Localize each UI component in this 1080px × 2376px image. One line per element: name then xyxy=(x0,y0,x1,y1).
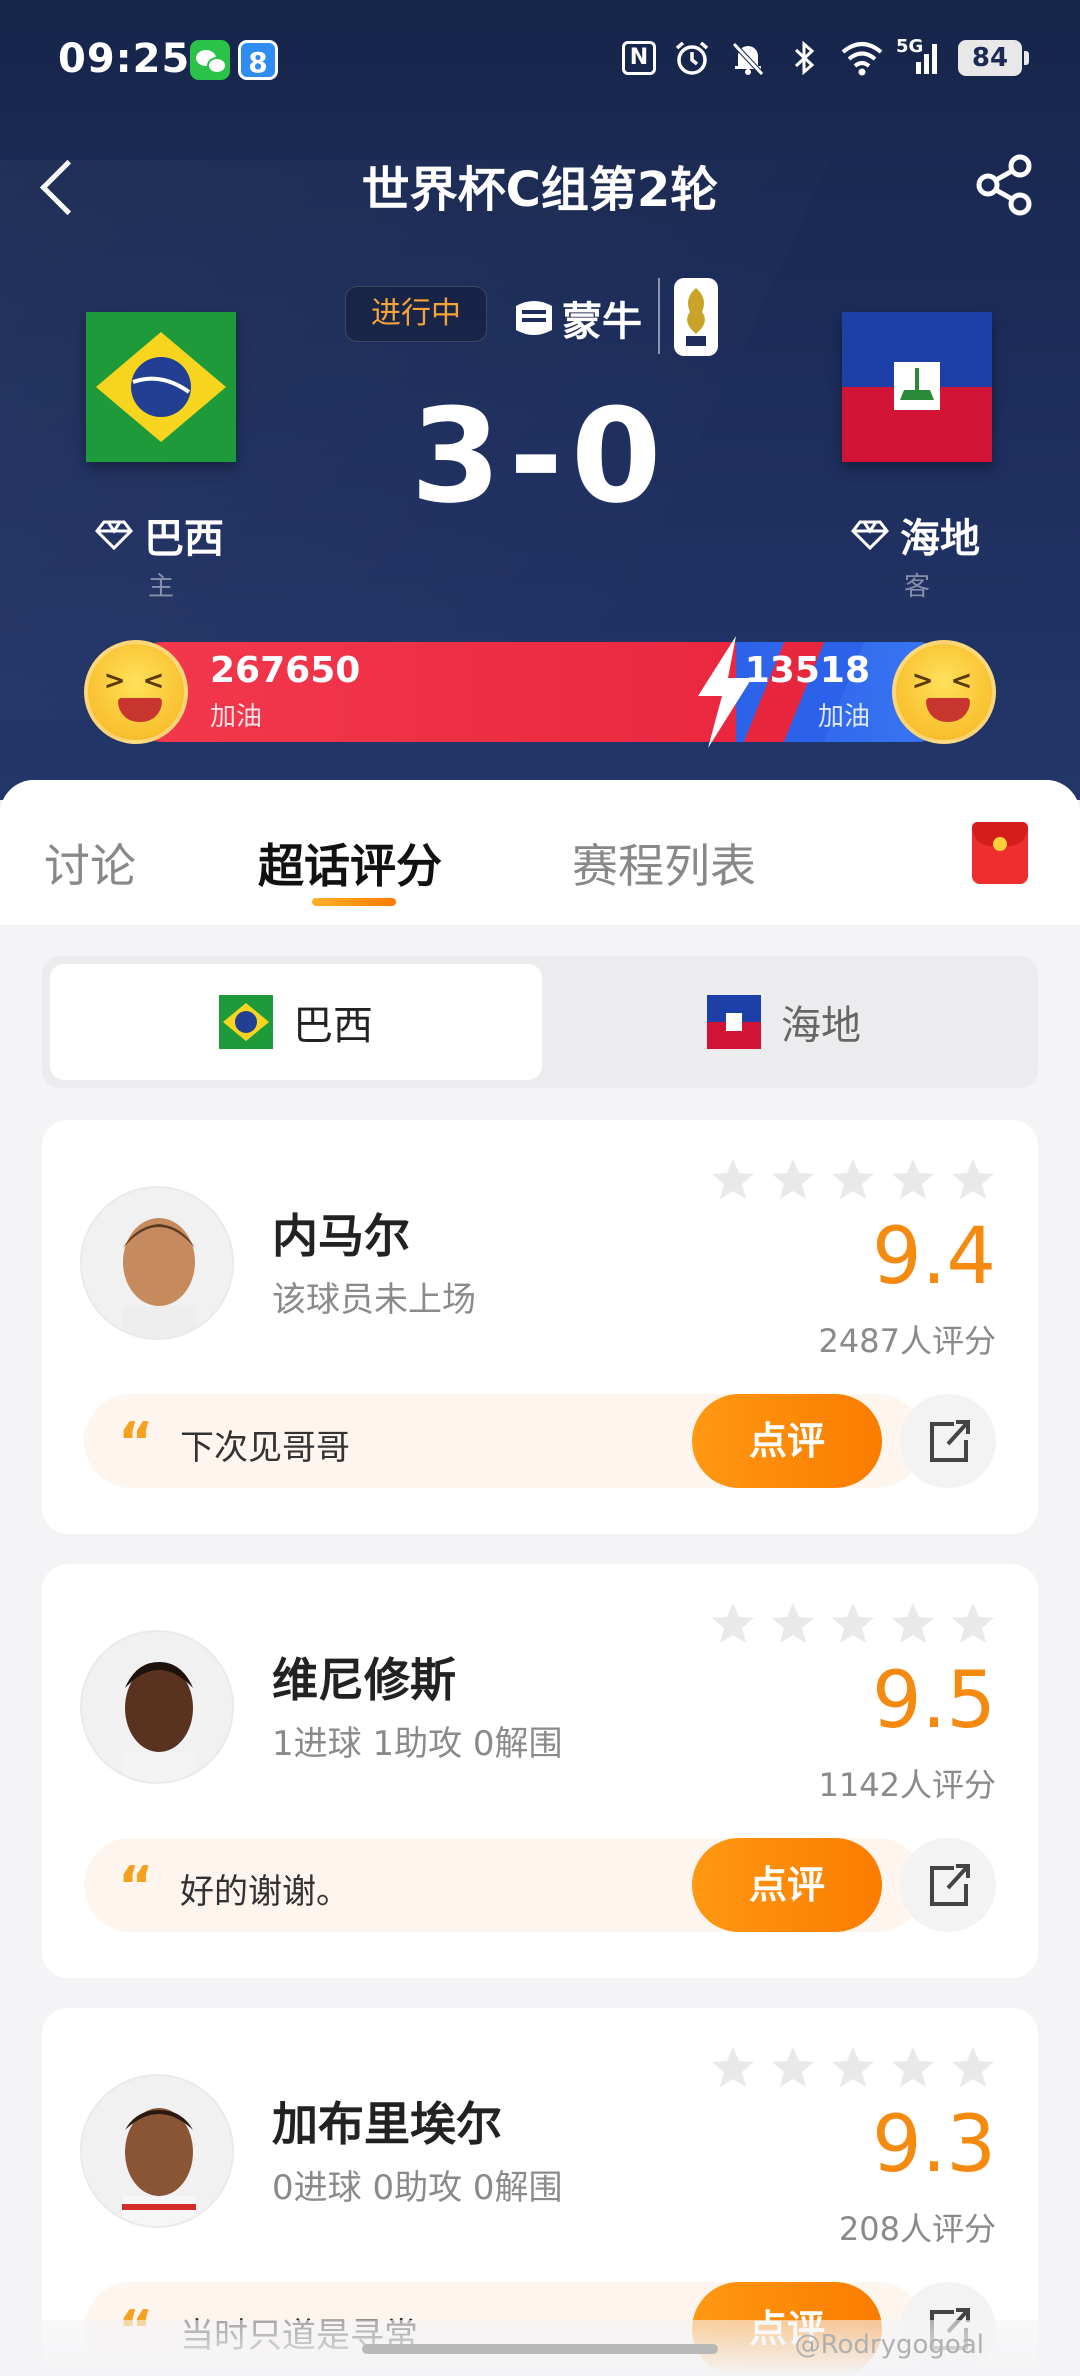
diamond-icon xyxy=(95,520,133,551)
sponsor-icon xyxy=(516,301,552,335)
wechat-notification-icon xyxy=(190,40,230,80)
star-icon[interactable] xyxy=(830,1600,876,1646)
comment-text: 下次见哥哥 xyxy=(180,1428,350,1468)
team-switch-away[interactable]: 海地 xyxy=(538,964,1030,1080)
rater-count: 2487人评分 xyxy=(818,1322,996,1360)
away-team-role: 客 xyxy=(904,572,931,602)
player-avatar xyxy=(80,1186,234,1340)
player-avatar xyxy=(80,1630,234,1784)
player-card[interactable]: 维尼修斯 1进球 1助攻 0解围 9.5 1142人评分 “ 好的谢谢。 点评 xyxy=(42,1564,1038,1978)
signal-icon: 5G xyxy=(896,38,942,78)
player-stats: 该球员未上场 xyxy=(272,1280,476,1320)
away-cheer-label: 加油 xyxy=(817,702,870,732)
team-switch-away-label: 海地 xyxy=(781,1003,861,1049)
star-icon[interactable] xyxy=(950,2044,996,2090)
home-cheer-button[interactable] xyxy=(84,640,188,744)
star-icon[interactable] xyxy=(770,1156,816,1202)
player-score: 9.4 xyxy=(871,1212,996,1302)
team-switcher: 巴西 海地 xyxy=(42,956,1038,1088)
player-avatar xyxy=(80,2074,234,2228)
star-icon[interactable] xyxy=(830,2044,876,2090)
star-icon[interactable] xyxy=(770,2044,816,2090)
diamond-icon xyxy=(851,520,889,551)
match-header: 09:25 8 N 5G 84 世界杯C组第2轮 进行中 蒙牛 3-0 巴西 海… xyxy=(0,0,1080,800)
player-name: 内马尔 xyxy=(272,1209,410,1263)
rating-stars[interactable] xyxy=(710,1156,996,1202)
rater-count: 1142人评分 xyxy=(818,1766,996,1804)
player-name: 维尼修斯 xyxy=(272,1653,456,1707)
status-icons: N 5G 84 xyxy=(622,38,1029,78)
star-icon[interactable] xyxy=(890,1600,936,1646)
team-switch-home[interactable]: 巴西 xyxy=(50,964,542,1080)
sponsor-name: 蒙牛 xyxy=(562,299,642,345)
rating-stars[interactable] xyxy=(710,1600,996,1646)
star-icon[interactable] xyxy=(890,1156,936,1202)
home-team-role: 主 xyxy=(148,572,175,602)
wifi-icon xyxy=(840,38,883,78)
home-cheer-label: 加油 xyxy=(210,702,263,732)
status-time: 09:25 xyxy=(58,36,191,82)
haiti-flag-icon xyxy=(707,995,761,1049)
team-switch-home-label: 巴西 xyxy=(293,1003,373,1049)
share-icon xyxy=(976,154,1032,216)
home-indicator[interactable] xyxy=(362,2344,718,2354)
cheer-bar: 267650 加油 13518 加油 xyxy=(84,636,996,748)
player-score: 9.3 xyxy=(871,2100,996,2190)
star-icon[interactable] xyxy=(890,2044,936,2090)
quote-icon: “ xyxy=(118,1411,154,1474)
review-button[interactable]: 点评 xyxy=(692,1838,882,1932)
nfc-icon: N xyxy=(622,41,656,75)
share-button[interactable] xyxy=(970,150,1040,220)
alarm-icon xyxy=(672,38,712,78)
page-title: 世界杯C组第2轮 xyxy=(361,162,719,218)
review-button[interactable]: 点评 xyxy=(692,1394,882,1488)
star-icon[interactable] xyxy=(770,1600,816,1646)
star-icon[interactable] xyxy=(950,1600,996,1646)
away-team[interactable]: 海地 xyxy=(850,506,980,564)
card-share-button[interactable] xyxy=(900,1838,996,1932)
star-icon[interactable] xyxy=(830,1156,876,1202)
player-stats: 1进球 1助攻 0解围 xyxy=(272,1724,563,1764)
match-status-badge: 进行中 xyxy=(345,286,487,342)
card-share-button[interactable] xyxy=(900,1394,996,1488)
player-name: 加布里埃尔 xyxy=(272,2097,502,2151)
rater-count: 208人评分 xyxy=(838,2210,996,2248)
battery-indicator: 84 xyxy=(958,40,1029,76)
status-bar: 09:25 8 N 5G 84 xyxy=(0,0,1080,110)
tab-discussion[interactable]: 讨论 xyxy=(44,830,136,896)
watermark: @Rodrygogoal xyxy=(794,2330,984,2360)
active-tab-indicator xyxy=(312,898,396,906)
external-share-icon xyxy=(930,1864,970,1906)
rating-stars[interactable] xyxy=(710,2044,996,2090)
app-notification-icon: 8 xyxy=(238,40,278,80)
mute-icon xyxy=(728,38,768,78)
player-card[interactable]: 内马尔 该球员未上场 9.4 2487人评分 “ 下次见哥哥 点评 xyxy=(42,1120,1038,1534)
world-cup-trophy-icon xyxy=(674,278,718,356)
home-team-name: 巴西 xyxy=(144,516,224,562)
red-packet-icon[interactable] xyxy=(972,822,1028,884)
content-sheet: 讨论 超话评分 赛程列表 巴西 海地 内马尔 该球员未上场 9.4 2487人评… xyxy=(0,780,1080,2376)
player-score: 9.5 xyxy=(871,1656,996,1746)
home-cheer-count: 267650 xyxy=(210,650,361,691)
away-cheer-button[interactable] xyxy=(892,640,996,744)
away-team-name: 海地 xyxy=(900,516,980,562)
player-stats: 0进球 0助攻 0解围 xyxy=(272,2168,563,2208)
home-team[interactable]: 巴西 xyxy=(94,506,224,564)
external-share-icon xyxy=(930,1420,970,1462)
bluetooth-icon xyxy=(784,38,824,78)
star-icon[interactable] xyxy=(710,2044,756,2090)
star-icon[interactable] xyxy=(710,1600,756,1646)
sponsor-logo: 蒙牛 xyxy=(512,290,652,346)
star-icon[interactable] xyxy=(710,1156,756,1202)
tab-rating[interactable]: 超话评分 xyxy=(258,830,442,896)
quote-icon: “ xyxy=(118,1855,154,1918)
tab-bar: 讨论 超话评分 赛程列表 xyxy=(0,780,1080,926)
tab-schedule[interactable]: 赛程列表 xyxy=(572,830,756,896)
away-cheer-count: 13518 xyxy=(744,650,870,691)
sponsor-divider xyxy=(658,278,660,354)
star-icon[interactable] xyxy=(950,1156,996,1202)
comment-text: 好的谢谢。 xyxy=(180,1872,350,1912)
brazil-flag-icon xyxy=(219,995,273,1049)
